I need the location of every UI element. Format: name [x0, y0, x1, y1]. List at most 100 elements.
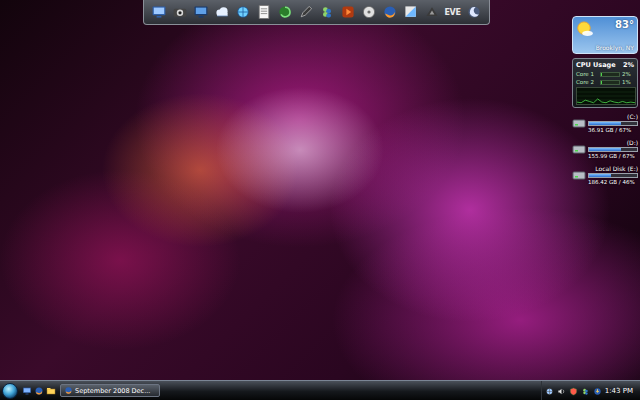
drive-reading: 155.99 GB / 67% [588, 153, 638, 159]
cpu-graph-segment [606, 101, 610, 103]
firefox-icon [382, 4, 398, 20]
drive-fill [589, 122, 621, 125]
dock-item[interactable]: EVE [444, 3, 462, 21]
location: Brooklyn, NY [596, 44, 634, 51]
drive-row[interactable]: Local Disk (E:) 186.42 GB / 46% [572, 164, 638, 186]
dock-item[interactable] [465, 3, 483, 21]
tray-item[interactable] [581, 381, 590, 400]
cpu-gadget[interactable]: CPU Usage2% Core 1 2% Core 2 1% [572, 58, 638, 108]
tray-item[interactable] [545, 381, 554, 400]
media-icon [340, 4, 356, 20]
tray-item[interactable] [593, 381, 602, 400]
cpu-title: CPU Usage [576, 61, 616, 69]
dock-item[interactable] [339, 3, 357, 21]
update-icon [593, 387, 602, 396]
drive-row[interactable]: (C:) 36.91 GB / 67% [572, 112, 638, 134]
drive-label: Local Disk (E:) [588, 165, 638, 172]
dock-item[interactable] [192, 3, 210, 21]
desktop: EVE83°Brooklyn, NYCPU Usage2%Core 12%Cor… [0, 0, 640, 380]
quick-launch-item[interactable] [34, 381, 44, 400]
dock: EVE [143, 0, 490, 25]
dock-item[interactable] [423, 3, 441, 21]
drive-reading: 36.91 GB / 67% [588, 127, 638, 133]
core-label: Core 2 [576, 79, 598, 85]
dock-item[interactable] [171, 3, 189, 21]
dock-item[interactable] [255, 3, 273, 21]
pen-icon [298, 4, 314, 20]
drive-reading: 186.42 GB / 46% [588, 179, 638, 185]
swirl-icon [277, 4, 293, 20]
cpu-graph-segment [627, 102, 631, 104]
sun-icon [576, 19, 594, 39]
cpu-graph-segment [623, 101, 627, 102]
core-fill [601, 81, 602, 84]
cpu-graph-segment [610, 101, 614, 102]
dock-item[interactable] [234, 3, 252, 21]
dock-item[interactable] [213, 3, 231, 21]
hard-drive-icon [572, 143, 586, 155]
system-tray: 1:43 PM [541, 381, 636, 400]
cpu-graph-segment [631, 102, 635, 104]
weather-gadget[interactable]: 83° Brooklyn, NY [572, 16, 638, 54]
task-button[interactable]: September 2008 Dec... [60, 384, 160, 397]
hard-drive-icon [572, 169, 586, 181]
dock-item[interactable] [150, 3, 168, 21]
volume-icon [557, 387, 566, 396]
messenger-icon [581, 387, 590, 396]
core-label: Core 1 [576, 71, 598, 77]
quick-launch [22, 381, 56, 400]
moon-icon [466, 4, 482, 20]
cpu-graph-segment [581, 100, 585, 103]
explorer-icon [46, 386, 56, 396]
drive-label: (C:) [588, 113, 638, 120]
tray-item[interactable] [569, 381, 578, 400]
hard-drive-icon [572, 117, 586, 129]
cpu-header: CPU Usage2% [576, 61, 634, 69]
drive-info: Local Disk (E:) 186.42 GB / 46% [588, 165, 638, 185]
screen: EVE83°Brooklyn, NYCPU Usage2%Core 12%Cor… [0, 0, 640, 400]
drive-fill [589, 148, 621, 151]
cloud-icon [214, 4, 230, 20]
dock-item[interactable] [381, 3, 399, 21]
cpu-graph-segment [594, 99, 598, 103]
drive-meter [588, 173, 638, 178]
disc-icon [361, 4, 377, 20]
taskbar: September 2008 Dec... 1:43 PM [0, 380, 640, 400]
dock-item[interactable] [276, 3, 294, 21]
tray-item[interactable] [557, 381, 566, 400]
monitor-icon [193, 4, 209, 20]
cpu-graph-segment [598, 99, 602, 102]
clock[interactable]: 1:43 PM [605, 387, 633, 395]
computer-icon [151, 4, 167, 20]
core-row: Core 1 2% [576, 71, 634, 77]
game-icon [424, 4, 440, 20]
quick-launch-item[interactable] [22, 381, 32, 400]
drive-meter [588, 121, 638, 126]
temperature: 83° [615, 19, 634, 30]
drive-label: (D:) [588, 139, 638, 146]
cpu-graph-segment [585, 100, 589, 101]
globe-icon [235, 4, 251, 20]
dock-item[interactable] [360, 3, 378, 21]
drive-meter [588, 147, 638, 152]
start-button[interactable] [2, 383, 18, 399]
camera-icon [172, 4, 188, 20]
dock-item[interactable] [402, 3, 420, 21]
quick-launch-item[interactable] [46, 381, 56, 400]
dock-item[interactable] [318, 3, 336, 21]
core-value: 1% [622, 79, 634, 85]
core-row: Core 2 1% [576, 79, 634, 85]
cpu-graph-segment [618, 101, 622, 102]
gadget-sidebar: 83° Brooklyn, NY CPU Usage2% Core 1 2% Core 2… [572, 0, 640, 380]
core-meter [600, 72, 620, 77]
network-icon [545, 387, 554, 396]
core-value: 2% [622, 71, 634, 77]
dock-item[interactable] [297, 3, 315, 21]
drive-info: (C:) 36.91 GB / 67% [588, 113, 638, 133]
messenger-icon [319, 4, 335, 20]
weather-texts: 83° Brooklyn, NY [596, 19, 634, 51]
drive-row[interactable]: (D:) 155.99 GB / 67% [572, 138, 638, 160]
cpu-graph-segment [577, 102, 581, 104]
notepad-icon [256, 4, 272, 20]
cpu-graph-segment [589, 101, 593, 102]
